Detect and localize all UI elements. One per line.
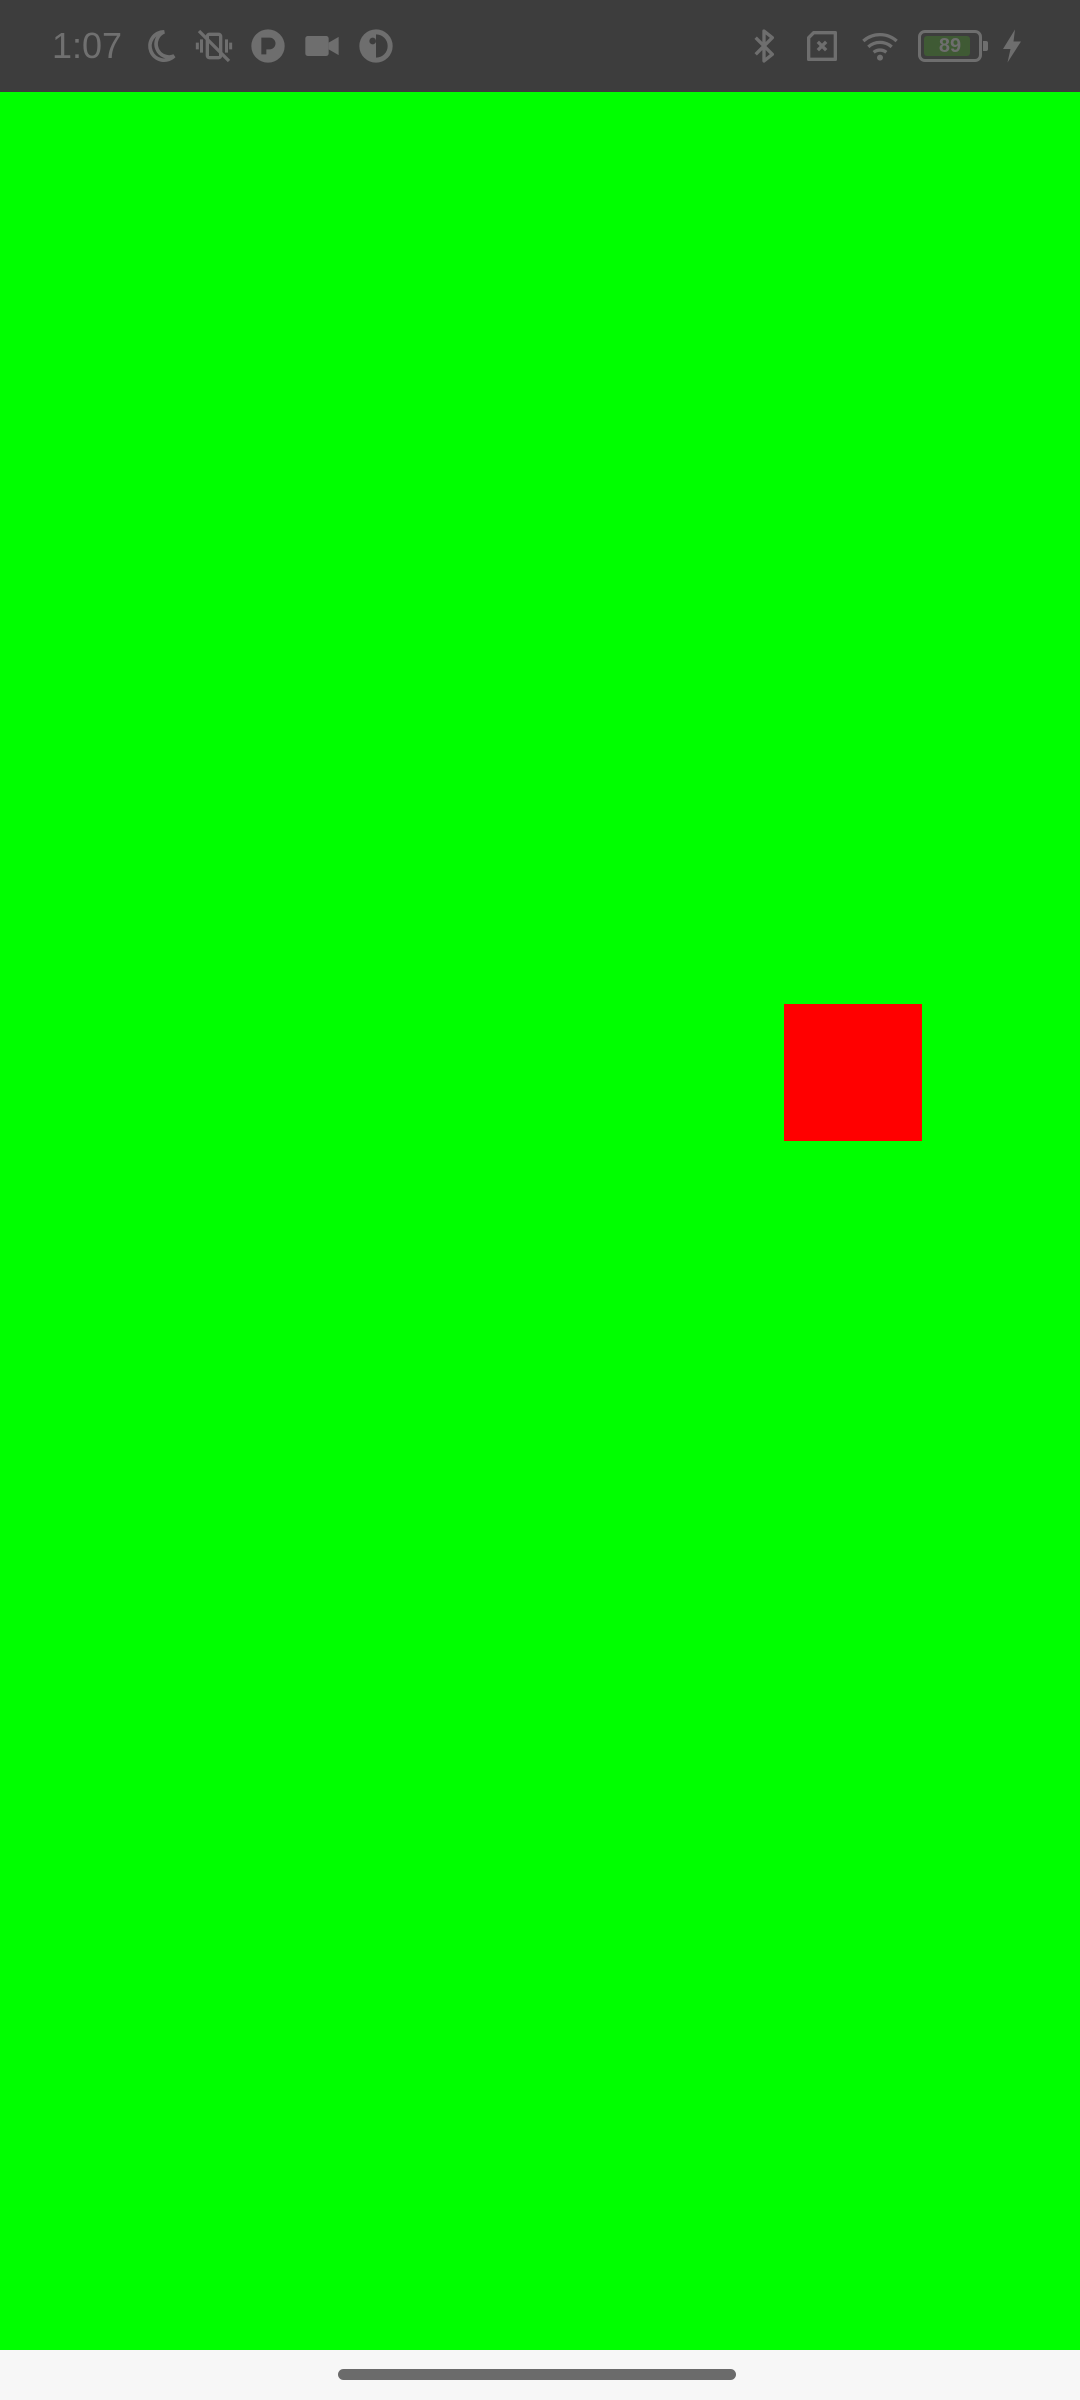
status-bar: 1:07 89: [0, 0, 1080, 92]
battery-level: 89: [938, 34, 962, 57]
status-time: 1:07: [52, 25, 123, 66]
home-gesture-handle[interactable]: [338, 2369, 736, 2380]
app-notification-icon: [248, 26, 288, 66]
battery-icon: 89: [918, 30, 988, 62]
no-sim-icon: [802, 26, 842, 66]
screen: 1:07 89: [0, 0, 1080, 2400]
status-right-group: 89: [744, 0, 1024, 92]
bluetooth-icon: [744, 26, 784, 66]
wifi-icon: [860, 26, 900, 66]
charging-bolt-icon: [1000, 26, 1024, 66]
battery-cap: [983, 41, 988, 51]
moon-icon: [140, 26, 180, 66]
game-canvas[interactable]: [0, 92, 1080, 2350]
status-left-group: 1:07: [52, 0, 396, 92]
data-saver-icon: [356, 26, 396, 66]
video-camera-icon: [302, 26, 342, 66]
navigation-bar: [0, 2350, 1080, 2400]
red-square-target[interactable]: [784, 1004, 922, 1141]
vibrate-off-icon: [194, 26, 234, 66]
